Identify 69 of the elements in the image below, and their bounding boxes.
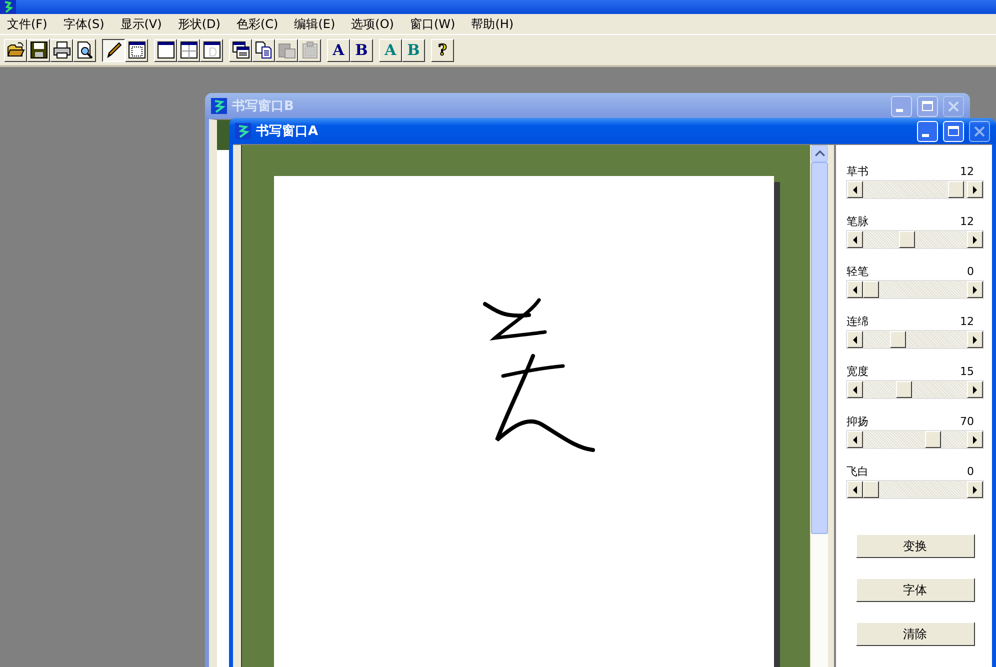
menu-item[interactable]: 窗口(W) [406,14,460,34]
letter-button[interactable]: A [379,38,402,62]
slider-value: 70 [960,414,974,428]
panel-button[interactable]: 清除 [856,622,975,646]
slider-thumb[interactable] [890,331,906,348]
panel-button[interactable]: 变换 [856,534,975,558]
cascade-windows-icon [232,41,250,59]
slider[interactable] [846,430,984,449]
slider[interactable] [846,380,984,399]
slider[interactable] [846,280,984,299]
letter-button[interactable]: A [327,38,350,62]
window-icon [211,98,227,114]
slider[interactable] [846,230,984,249]
slider-thumb[interactable] [899,231,916,248]
open-folder-icon [6,41,24,59]
window-icon [235,123,251,139]
menu-item[interactable]: 帮助(H) [467,14,518,34]
slider-label: 笔脉 [846,214,868,228]
page-window-icon [202,41,220,59]
split-window-icon [180,41,198,59]
dotted-frame-icon [128,41,146,59]
slider[interactable] [846,330,984,349]
pencil-icon [104,41,122,59]
slider-value: 0 [967,464,974,478]
slider-value: 12 [960,314,974,328]
slider-thumb[interactable] [863,481,880,498]
menu-item[interactable]: 字体(S) [59,14,108,34]
printer-icon [52,41,70,59]
menu-item[interactable]: 编辑(E) [290,14,340,34]
menu-item[interactable]: 形状(D) [174,14,224,34]
slider-label: 宽度 [846,364,868,378]
paste-icon [278,41,296,59]
slider-value: 12 [960,214,974,228]
app-icon [0,0,16,14]
minimize-icon [922,134,928,137]
copy-icon [254,41,272,59]
slider-label: 连绵 [846,314,868,328]
slider-value: 15 [960,364,974,378]
menu-item[interactable]: 选项(O) [347,14,398,34]
slider-label: 轻笔 [846,264,868,278]
letter-button[interactable]: B [402,38,425,62]
vertical-scrollbar[interactable] [810,145,828,667]
window-title: 书写窗口B [232,98,294,115]
slider-thumb[interactable] [896,381,912,398]
slider-thumb[interactable] [924,431,941,448]
slider-value: 12 [960,164,974,178]
slider-value: 0 [967,264,974,278]
slider-label: 草书 [846,164,868,178]
menu-item[interactable]: 显示(V) [116,14,166,34]
toolbar-button[interactable] [102,38,125,62]
slider[interactable] [846,180,984,199]
slider-label: 飞白 [846,464,868,478]
menu-item[interactable]: 文件(F) [3,14,52,34]
close-icon [946,98,961,114]
panel-button[interactable]: 字体 [856,578,975,602]
letter-button[interactable]: B [350,38,373,62]
slider-thumb[interactable] [948,181,964,198]
window-title: 书写窗口A [256,122,318,140]
letter-button[interactable]: ? [431,38,454,62]
slider[interactable] [846,480,984,499]
scrollbar-thumb[interactable] [811,162,828,534]
slider-thumb[interactable] [863,281,880,298]
clipboard-icon [300,41,318,59]
close-icon [972,124,987,138]
slider-label: 抑扬 [846,414,868,428]
menu-item[interactable]: 色彩(C) [232,14,282,34]
minimize-icon [896,109,902,112]
page-magnifier-icon [76,41,94,59]
window-icon [156,41,174,59]
